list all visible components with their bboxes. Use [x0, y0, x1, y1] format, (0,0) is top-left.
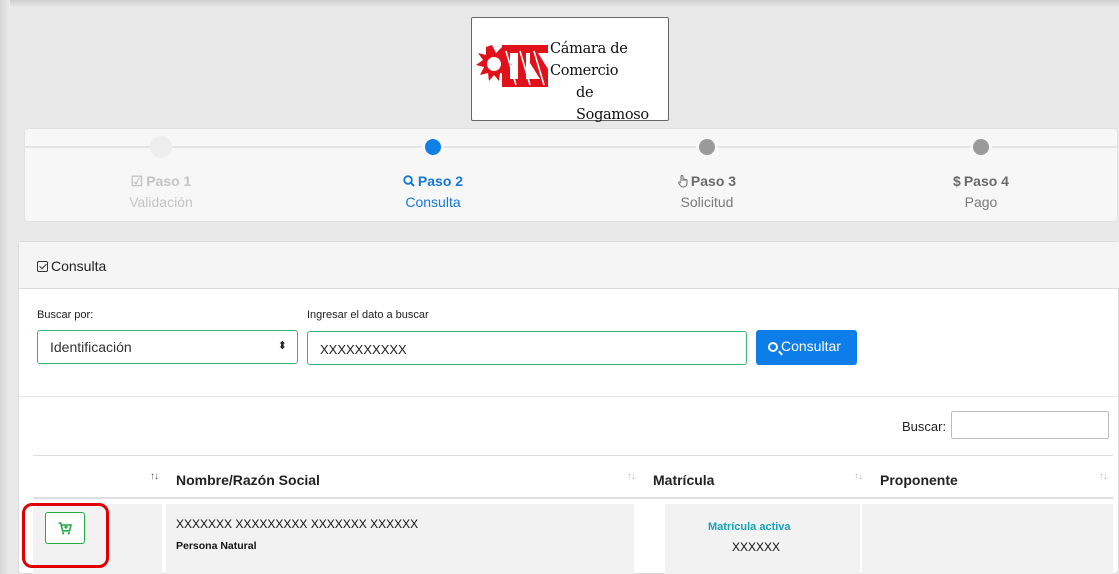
step-4-subtitle: Pago	[964, 194, 998, 210]
check-square-icon: ☑	[130, 173, 144, 189]
table-row-cell-name	[166, 504, 634, 574]
column-header-name[interactable]: Nombre/Razón Social ↑↓	[164, 455, 641, 499]
step-4-title: $ Paso 4	[953, 173, 1009, 189]
row-name: XXXXXXX XXXXXXXXX XXXXXXX XXXXXX	[176, 517, 419, 531]
search-by-select[interactable]: Identificación ⬍	[37, 330, 298, 364]
step-2-dot	[422, 136, 444, 158]
consulta-card: Consulta Buscar por: Identificación ⬍ In…	[18, 241, 1119, 574]
sort-icon: ↑↓	[150, 471, 159, 482]
column-header-proponente[interactable]: Proponente ↑↓	[868, 455, 1113, 499]
search-icon	[768, 342, 778, 352]
query-label: Ingresar el dato a buscar	[307, 309, 429, 321]
step-1-title: ☑ Paso 1	[130, 173, 192, 189]
consultar-button[interactable]: Consultar	[756, 330, 857, 365]
search-by-label: Buscar por:	[37, 309, 94, 321]
ccs-logo-mark-icon	[476, 45, 548, 87]
row-person-type: Persona Natural	[176, 540, 257, 552]
window-shadow-top	[0, 0, 1119, 8]
chamber-logo: Cámara de Comercio de Sogamoso	[471, 17, 669, 123]
sort-icon: ↑↓	[1099, 471, 1108, 482]
highlight-annotation	[22, 503, 109, 568]
logo-line-2: de Sogamoso	[576, 85, 649, 123]
table-search-input[interactable]	[951, 411, 1109, 439]
logo-text: Cámara de Comercio de Sogamoso	[550, 38, 670, 126]
select-arrows-icon: ⬍	[277, 340, 287, 352]
query-input[interactable]: XXXXXXXXXX	[307, 331, 747, 365]
step-2-title: Paso 2	[343, 173, 523, 189]
step-2-subtitle: Consulta	[405, 194, 461, 210]
step-1-dot	[150, 136, 172, 158]
table-row-cell-proponente	[862, 504, 1113, 574]
window-shadow-left	[0, 0, 10, 574]
hand-pointer-icon	[678, 175, 688, 188]
section-divider	[19, 396, 1119, 397]
step-1-subtitle: Validación	[129, 194, 193, 210]
column-header-actions[interactable]: ↑↓	[33, 455, 164, 499]
sort-icon: ↑↓	[627, 471, 636, 482]
step-3-dot	[696, 136, 718, 158]
dollar-icon: $	[953, 173, 961, 189]
step-4-dot	[970, 136, 992, 158]
stepper-track	[25, 146, 1119, 148]
row-matricula-number: XXXXXX	[732, 540, 781, 554]
step-3-title: Paso 3	[617, 173, 797, 189]
check-square-icon	[37, 261, 48, 272]
search-icon	[403, 175, 415, 187]
sort-icon: ↑↓	[854, 471, 863, 482]
column-header-matricula[interactable]: Matrícula ↑↓	[641, 455, 868, 499]
card-header: Consulta	[19, 242, 1119, 289]
progress-stepper: ☑ Paso 1 Validación Paso 2 Consulta Paso …	[24, 128, 1119, 222]
card-title: Consulta	[37, 258, 106, 274]
search-by-value: Identificación	[50, 339, 132, 355]
step-3-subtitle: Solicitud	[680, 194, 734, 210]
table-search-label: Buscar:	[902, 419, 947, 434]
logo-line-1: Cámara de Comercio	[550, 41, 628, 79]
table-row-cell-matricula	[665, 504, 860, 574]
status-badge: Matrícula activa	[708, 521, 791, 533]
